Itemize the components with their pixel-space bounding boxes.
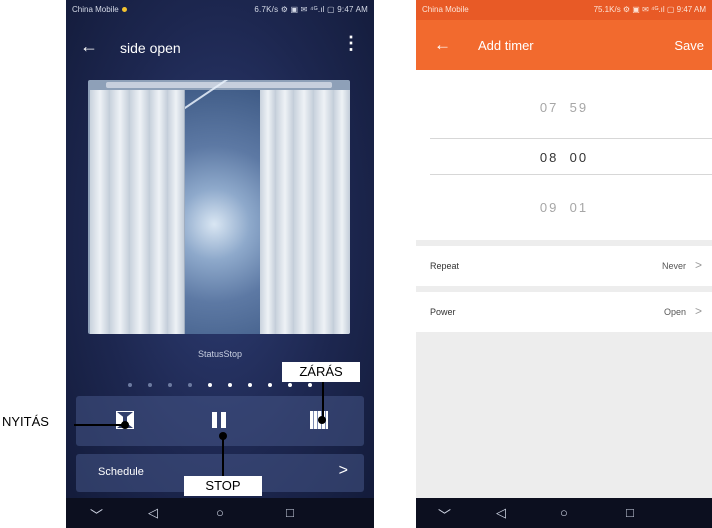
annotation-stop-label: STOP [184,476,262,496]
curtain-panel-left [110,90,131,334]
chevron-right-icon: > [338,462,348,479]
curtain-panel-left [168,90,185,334]
status-bar: China Mobile 6.7K/s ⚙ ▣ ✉ ⁴ᴳ.ıl ▢ 9:47 A… [66,0,374,20]
nav-down-icon[interactable]: ﹀ [438,505,451,524]
time-picker[interactable]: 07 59 08 00 09 01 [416,70,712,240]
position-dot [168,383,172,387]
hour-value: 08 [539,150,559,165]
curtain-panel-left [150,90,169,334]
back-arrow-icon[interactable]: ← [434,35,451,55]
status-indicators: 75.1K/s ⚙ ▣ ✉ ⁴ᴳ.ıl ▢ 9:47 AM [593,5,706,14]
selection-divider [430,138,712,139]
status-indicators: 6.7K/s ⚙ ▣ ✉ ⁴ᴳ.ıl ▢ 9:47 AM [254,5,368,14]
page-title: side open [120,40,181,56]
annotation-close-point [318,416,326,424]
repeat-value: Never [661,261,686,271]
nav-back-icon[interactable]: ◁ [148,505,158,521]
nav-home-icon[interactable]: ○ [560,505,568,520]
annotation-close-line [322,382,324,420]
position-dot [128,383,132,387]
page-title: Add timer [478,38,534,53]
hour-value: 09 [539,200,559,215]
picker-row-selected[interactable]: 08 00 [416,150,712,165]
curtain-panel-left [130,90,151,334]
status-bar: China Mobile 75.1K/s ⚙ ▣ ✉ ⁴ᴳ.ıl ▢ 9:47 … [416,0,712,20]
picker-row-prev[interactable]: 07 59 [416,100,712,115]
power-value: Open [663,307,686,317]
curtain-panel-right [276,90,295,334]
annotation-close-label: ZÁRÁS [282,362,360,382]
position-dot [148,383,152,387]
minute-value: 00 [569,150,589,165]
stop-button[interactable] [210,411,230,431]
minute-value: 59 [569,100,589,115]
carrier-label: China Mobile [422,5,469,14]
carrier-label: China Mobile [72,5,127,14]
back-arrow-icon[interactable]: ← [80,36,98,57]
app-header: ← Add timer Save [416,20,712,70]
nav-back-icon[interactable]: ◁ [496,505,506,521]
position-dot [308,383,312,387]
more-menu-icon[interactable]: ⋮ [342,34,360,52]
annotation-stop-line [222,438,224,476]
system-nav-bar: ﹀ ◁ ○ □ [416,498,712,528]
picker-row-next[interactable]: 09 01 [416,200,712,215]
chevron-right-icon: > [694,258,702,272]
selection-divider [430,174,712,175]
curtain-visual [88,80,350,334]
window-view [183,90,261,334]
annotation-open-label: NYITÁS [2,414,49,429]
system-nav-bar: ﹀ ◁ ○ □ [66,498,374,528]
app-header: ← side open ⋮ [66,22,374,70]
curtain-control-screen: China Mobile 6.7K/s ⚙ ▣ ✉ ⁴ᴳ.ıl ▢ 9:47 A… [66,0,374,528]
position-dot [288,383,292,387]
pause-icon [210,411,228,429]
power-label: Power [430,307,456,317]
annotation-open-point [121,421,129,429]
annotation-open-line [74,424,124,426]
curtain-panel-right [314,90,335,334]
curtain-status-text: StatusStop [197,349,243,359]
position-dot [248,383,252,387]
nav-home-icon[interactable]: ○ [216,505,224,520]
curtain-panel-right [334,90,350,334]
position-dot [208,383,212,387]
repeat-label: Repeat [430,261,460,271]
power-row[interactable]: Power Open > [416,292,712,332]
position-dot [228,383,232,387]
nav-down-icon[interactable]: ﹀ [90,505,103,524]
save-button[interactable]: Save [674,38,704,53]
curtain-panel-right [260,90,277,334]
position-dot [188,383,192,387]
minute-value: 01 [569,200,589,215]
hour-value: 07 [539,100,559,115]
nav-recents-icon[interactable]: □ [626,505,634,520]
nav-recents-icon[interactable]: □ [286,505,294,520]
position-dot [268,383,272,387]
curtain-panel-right [294,90,315,334]
repeat-row[interactable]: Repeat Never > [416,246,712,286]
curtain-panel-left [90,90,111,334]
schedule-label: Schedule [98,466,144,478]
chevron-right-icon: > [694,304,702,318]
add-timer-screen: China Mobile 75.1K/s ⚙ ▣ ✉ ⁴ᴳ.ıl ▢ 9:47 … [416,0,712,528]
